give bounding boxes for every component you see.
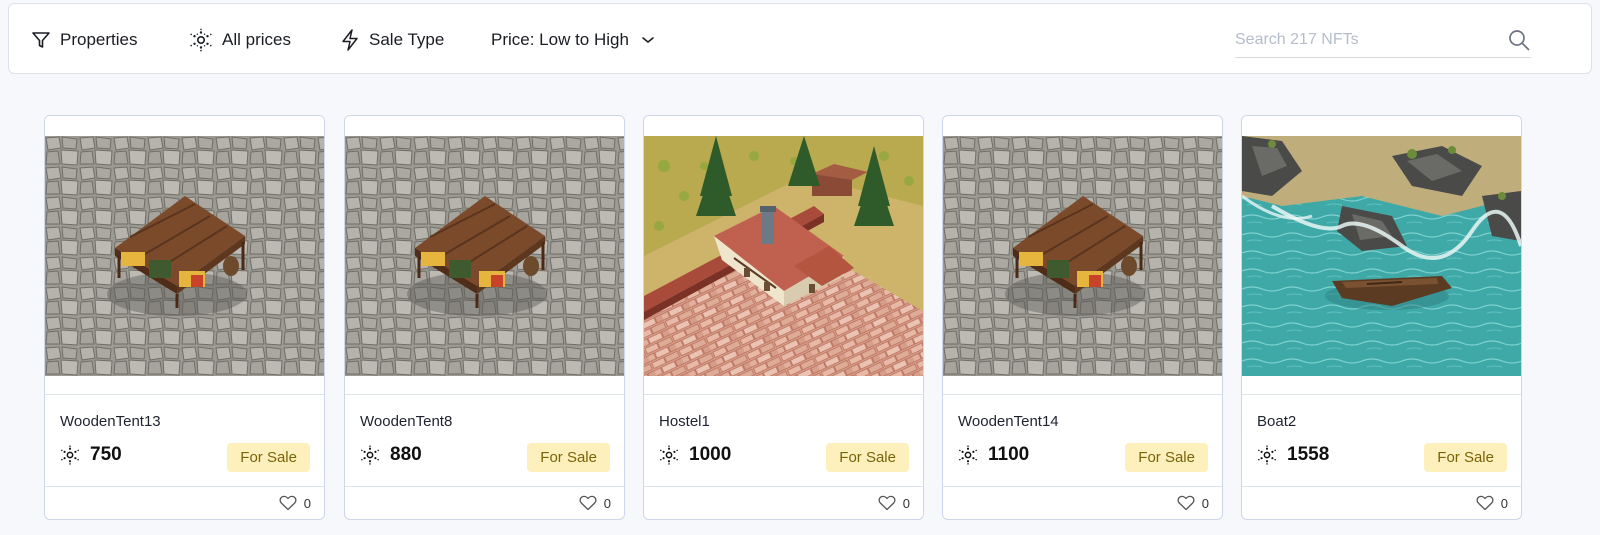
nft-card[interactable]: Boat2 1558 For Sale 0 <box>1241 115 1522 520</box>
like-button[interactable]: 0 <box>878 495 910 511</box>
funnel-icon <box>31 30 51 50</box>
ada-icon <box>60 445 80 465</box>
nft-name[interactable]: WoodenTent13 <box>60 413 161 430</box>
heart-icon <box>279 495 297 511</box>
chevron-down-icon <box>641 35 655 45</box>
for-sale-badge: For Sale <box>1125 443 1208 472</box>
nft-name[interactable]: Hostel1 <box>659 413 710 430</box>
heart-icon <box>1476 495 1494 511</box>
lightning-icon <box>340 28 360 51</box>
nft-card[interactable]: WoodenTent8 880 For Sale 0 <box>344 115 625 520</box>
like-button[interactable]: 0 <box>1476 495 1508 511</box>
like-count: 0 <box>1500 495 1508 511</box>
card-footer: 0 <box>943 486 1222 519</box>
for-sale-badge: For Sale <box>527 443 610 472</box>
for-sale-badge: For Sale <box>826 443 909 472</box>
price-row: 1000 <box>659 444 731 466</box>
search-box <box>1235 24 1531 58</box>
ada-icon <box>1257 445 1277 465</box>
nft-name[interactable]: WoodenTent14 <box>958 413 1059 430</box>
prices-filter-label: All prices <box>222 29 291 49</box>
prices-filter-button[interactable]: All prices <box>189 4 291 75</box>
properties-filter-label: Properties <box>60 29 138 49</box>
sale-type-filter-label: Sale Type <box>369 29 445 49</box>
heart-icon <box>579 495 597 511</box>
filter-toolbar: Properties All prices Sale Type Price: L… <box>8 3 1592 74</box>
price-row: 750 <box>60 444 122 466</box>
search-input[interactable] <box>1235 24 1495 56</box>
price-row: 880 <box>360 444 422 466</box>
nft-price: 1000 <box>689 444 732 465</box>
nft-thumbnail-hostel[interactable] <box>644 136 923 376</box>
nft-price: 880 <box>390 444 422 465</box>
like-count: 0 <box>1201 495 1209 511</box>
search-icon[interactable] <box>1507 28 1531 57</box>
nft-name[interactable]: WoodenTent8 <box>360 413 452 430</box>
nft-card[interactable]: WoodenTent13 750 For Sale 0 <box>44 115 325 520</box>
card-footer: 0 <box>644 486 923 519</box>
sort-dropdown[interactable]: Price: Low to High <box>491 4 655 75</box>
heart-icon <box>1177 495 1195 511</box>
nft-thumbnail-wooden-tent[interactable] <box>45 136 324 376</box>
nft-name[interactable]: Boat2 <box>1257 413 1296 430</box>
nft-price: 1100 <box>988 444 1030 465</box>
nft-card[interactable]: WoodenTent14 1100 For Sale 0 <box>942 115 1223 520</box>
nft-thumbnail-boat[interactable] <box>1242 136 1521 376</box>
like-count: 0 <box>603 495 611 511</box>
heart-icon <box>878 495 896 511</box>
nft-thumbnail-wooden-tent[interactable] <box>345 136 624 376</box>
ada-icon <box>958 445 978 465</box>
nft-price: 750 <box>90 444 122 465</box>
nft-card[interactable]: Hostel1 1000 For Sale 0 <box>643 115 924 520</box>
nft-price: 1558 <box>1287 444 1330 465</box>
ada-icon <box>189 28 213 52</box>
like-count: 0 <box>303 495 311 511</box>
price-row: 1100 <box>958 444 1029 466</box>
like-button[interactable]: 0 <box>279 495 311 511</box>
properties-filter-button[interactable]: Properties <box>31 4 137 75</box>
card-footer: 0 <box>345 486 624 519</box>
ada-icon <box>360 445 380 465</box>
ada-icon <box>659 445 679 465</box>
sale-type-filter-button[interactable]: Sale Type <box>340 4 444 75</box>
nft-thumbnail-wooden-tent[interactable] <box>943 136 1222 376</box>
like-button[interactable]: 0 <box>579 495 611 511</box>
sort-dropdown-label: Price: Low to High <box>491 29 629 49</box>
like-count: 0 <box>902 495 910 511</box>
for-sale-badge: For Sale <box>227 443 310 472</box>
like-button[interactable]: 0 <box>1177 495 1209 511</box>
for-sale-badge: For Sale <box>1424 443 1507 472</box>
price-row: 1558 <box>1257 444 1329 466</box>
card-footer: 0 <box>45 486 324 519</box>
card-footer: 0 <box>1242 486 1521 519</box>
